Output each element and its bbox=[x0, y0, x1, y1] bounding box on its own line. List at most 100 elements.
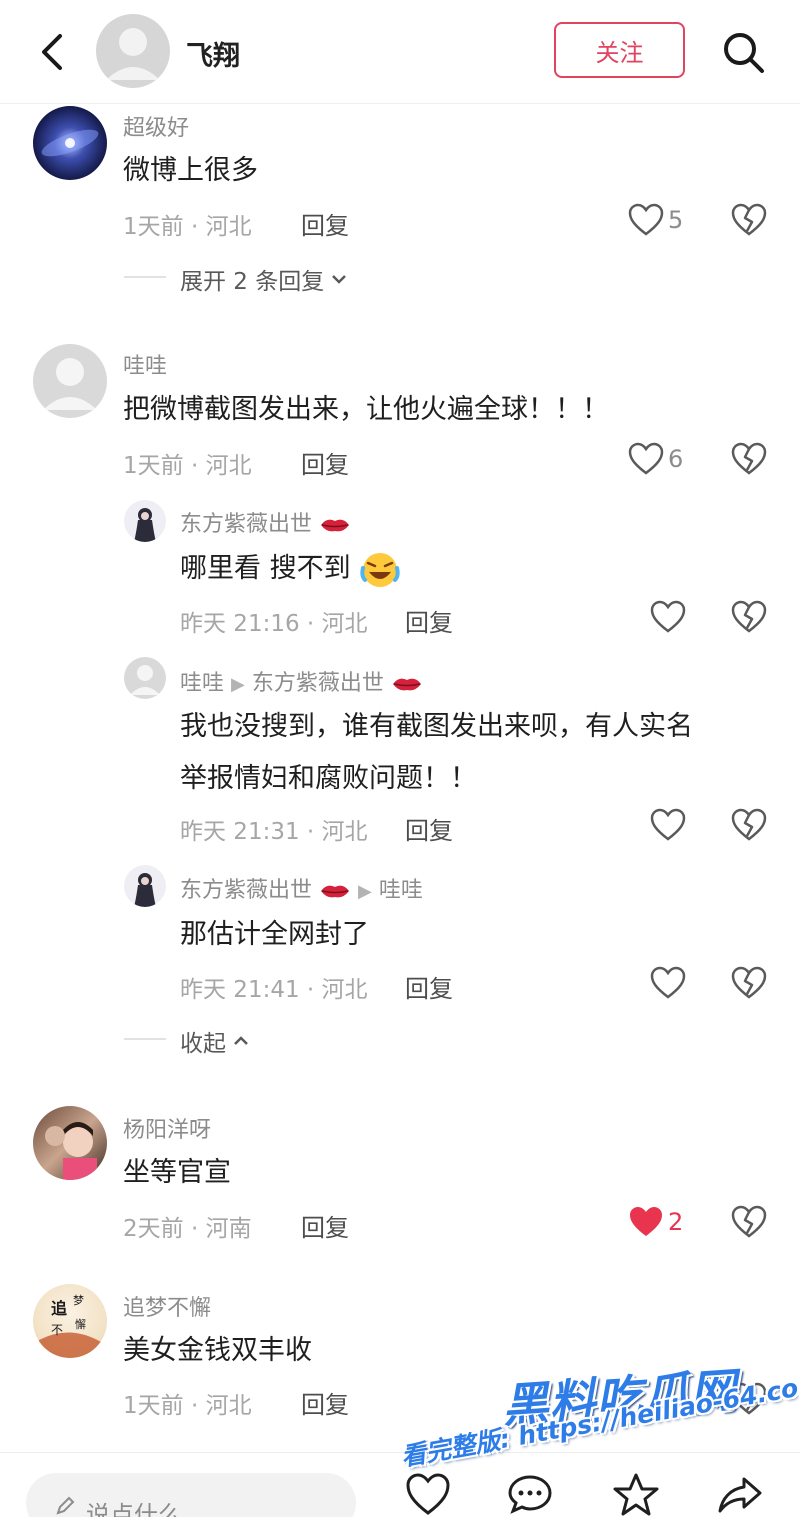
reply-username-text: 东方紫薇出世 bbox=[180, 512, 313, 537]
search-icon bbox=[724, 33, 764, 73]
reply-text: 哪里看 搜不到 bbox=[180, 543, 401, 595]
comment-text: 微博上很多 bbox=[123, 155, 258, 186]
reply-avatar[interactable] bbox=[124, 500, 166, 542]
reply-username-text: 东方紫薇出世 bbox=[180, 878, 313, 903]
broken-heart-icon bbox=[731, 966, 767, 999]
reply-to-username: 东方紫薇出世 bbox=[251, 671, 384, 696]
reply-to-username: 哇哇 bbox=[378, 878, 423, 903]
comment-text: 美女金钱双丰收 bbox=[123, 1335, 312, 1366]
like-button[interactable] bbox=[650, 808, 690, 844]
dislike-button[interactable] bbox=[731, 442, 767, 478]
speech-bubble-icon bbox=[508, 1475, 552, 1514]
commenter-avatar[interactable] bbox=[33, 344, 107, 418]
heart-outline-icon bbox=[650, 966, 686, 999]
reply-button[interactable]: 回复 bbox=[405, 603, 453, 638]
reply-arrow-icon: ▶ bbox=[231, 674, 245, 695]
chevron-down-icon bbox=[332, 275, 347, 284]
dislike-button[interactable] bbox=[731, 808, 767, 844]
reply-text: 那估计全网封了 bbox=[180, 919, 369, 950]
reply-avatar[interactable] bbox=[124, 865, 166, 907]
author-avatar[interactable] bbox=[96, 14, 170, 88]
reply-avatar[interactable] bbox=[124, 657, 166, 699]
share-arrow-icon bbox=[718, 1477, 762, 1513]
like-button[interactable] bbox=[650, 600, 690, 636]
reply-username-text: 哇哇 bbox=[180, 671, 225, 696]
reply-time-location: 昨天 21:16 · 河北 bbox=[180, 611, 368, 637]
author-name[interactable]: 飞翔 bbox=[186, 34, 240, 73]
dislike-button[interactable] bbox=[731, 600, 767, 636]
comment-time-location: 1天前 · 河北 bbox=[123, 214, 252, 240]
dislike-button[interactable] bbox=[731, 203, 767, 239]
expand-replies-button[interactable]: 展开 2 条回复 bbox=[180, 262, 348, 296]
reply-time-location: 昨天 21:31 · 河北 bbox=[180, 819, 368, 845]
reply-username[interactable]: 东方紫薇出世 ▶ 哇哇 bbox=[180, 872, 423, 904]
commenter-avatar[interactable]: 追梦不懈 bbox=[33, 1284, 107, 1358]
woman-avatar-image bbox=[134, 508, 156, 542]
divider-line bbox=[124, 276, 166, 278]
expand-replies-label: 展开 2 条回复 bbox=[180, 269, 325, 295]
reply-button[interactable]: 回复 bbox=[301, 1208, 349, 1243]
heart-outline-icon bbox=[628, 203, 664, 236]
broken-heart-icon bbox=[731, 808, 767, 841]
woman-avatar-image bbox=[134, 873, 156, 907]
lips-emoji-icon bbox=[392, 678, 421, 691]
like-button[interactable] bbox=[628, 203, 668, 239]
broken-heart-icon bbox=[731, 1205, 767, 1238]
reply-button[interactable]: 回复 bbox=[405, 811, 453, 846]
reply-arrow-icon: ▶ bbox=[358, 881, 372, 902]
collapse-replies-label: 收起 bbox=[180, 1031, 226, 1057]
heart-outline-icon bbox=[406, 1473, 450, 1515]
heart-outline-icon bbox=[650, 600, 686, 633]
svg-text:梦: 梦 bbox=[73, 1294, 84, 1307]
dislike-button[interactable] bbox=[731, 966, 767, 1002]
like-button[interactable] bbox=[628, 1205, 668, 1241]
pencil-icon bbox=[56, 1496, 75, 1515]
top-nav-bar: 飞翔 关注 bbox=[0, 0, 800, 104]
comment-username[interactable]: 追梦不懈 bbox=[123, 1290, 211, 1322]
dislike-button[interactable] bbox=[731, 1205, 767, 1241]
svg-text:不: 不 bbox=[51, 1323, 63, 1337]
reply-button[interactable]: 回复 bbox=[301, 206, 349, 241]
lips-emoji-icon bbox=[321, 519, 350, 532]
like-button[interactable] bbox=[650, 966, 690, 1002]
comment-username[interactable]: 哇哇 bbox=[123, 348, 167, 380]
default-avatar-icon bbox=[106, 28, 160, 80]
reply-button[interactable]: 回复 bbox=[301, 1385, 349, 1420]
follow-button[interactable]: 关注 bbox=[554, 22, 685, 78]
comment-username[interactable]: 超级好 bbox=[123, 110, 189, 142]
like-post-button[interactable] bbox=[404, 1471, 452, 1517]
like-count: 2 bbox=[668, 1208, 684, 1236]
commenter-avatar[interactable] bbox=[33, 106, 107, 180]
search-button[interactable] bbox=[718, 28, 770, 78]
svg-text:懈: 懈 bbox=[75, 1317, 86, 1331]
calligraphy-avatar-image: 追梦不懈 bbox=[39, 1294, 101, 1358]
comment-text: 把微博截图发出来，让他火遍全球！！！ bbox=[123, 394, 609, 425]
reply-username[interactable]: 哇哇 ▶ 东方紫薇出世 bbox=[180, 665, 423, 697]
commenter-avatar[interactable] bbox=[33, 1106, 107, 1180]
divider-line bbox=[124, 1038, 166, 1040]
reply-button[interactable]: 回复 bbox=[301, 445, 349, 480]
comment-input-placeholder: 说点什么... bbox=[86, 1501, 205, 1517]
like-button[interactable] bbox=[628, 442, 668, 478]
comment-username[interactable]: 杨阳洋呀 bbox=[123, 1112, 211, 1144]
heart-filled-icon bbox=[630, 1207, 662, 1236]
default-avatar-icon bbox=[43, 358, 97, 410]
heart-outline-icon bbox=[628, 442, 664, 475]
reply-text-content: 哪里看 搜不到 bbox=[180, 553, 351, 584]
like-count: 6 bbox=[668, 445, 684, 473]
bottom-action-bar: 说点什么... bbox=[0, 1452, 800, 1517]
reply-username[interactable]: 东方紫薇出世 bbox=[180, 506, 351, 538]
back-button[interactable] bbox=[30, 28, 74, 76]
reply-button[interactable]: 回复 bbox=[405, 969, 453, 1004]
laughing-crying-emoji-icon bbox=[360, 552, 400, 587]
share-post-button[interactable] bbox=[716, 1471, 764, 1517]
star-outline-icon bbox=[613, 1473, 659, 1516]
comment-post-button[interactable] bbox=[506, 1471, 554, 1517]
comment-text: 坐等官宣 bbox=[123, 1157, 231, 1188]
broken-heart-icon bbox=[731, 203, 767, 236]
broken-heart-icon bbox=[731, 600, 767, 633]
collapse-replies-button[interactable]: 收起 bbox=[180, 1024, 250, 1058]
broken-heart-icon bbox=[731, 442, 767, 475]
favorite-post-button[interactable] bbox=[612, 1471, 660, 1517]
reply-text-line: 举报情妇和腐败问题！！ bbox=[180, 763, 477, 794]
